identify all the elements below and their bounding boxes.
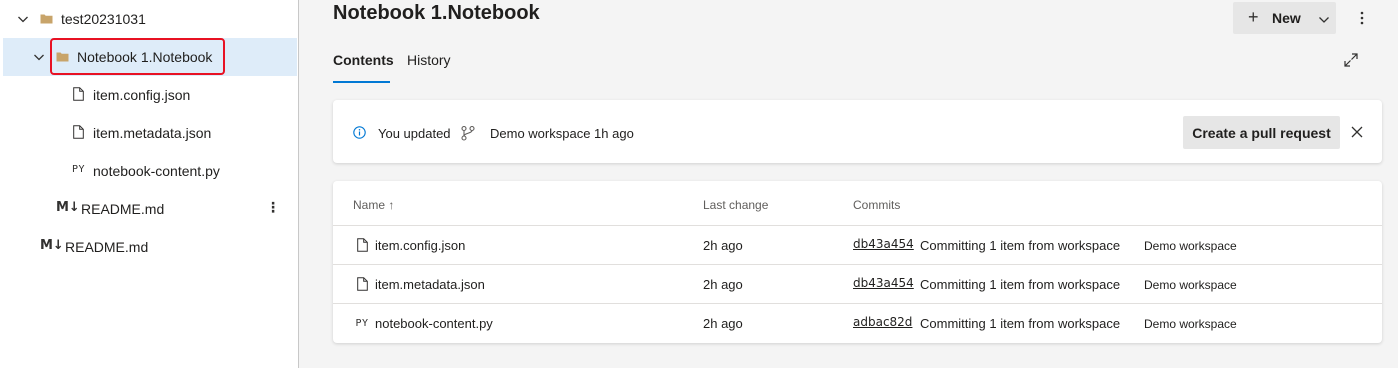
close-icon[interactable] xyxy=(1350,125,1364,139)
commit-message: Committing 1 item from workspace xyxy=(920,238,1121,253)
chevron-down-icon xyxy=(1318,13,1330,29)
last-change: 2h ago xyxy=(703,277,743,292)
new-button-label: New xyxy=(1272,10,1301,26)
tree-item-label: README.md xyxy=(81,201,165,217)
commit-hash-link[interactable]: db43a454 xyxy=(853,237,914,251)
tree-item-label: test20231031 xyxy=(61,11,146,27)
page-title: Notebook 1.Notebook xyxy=(333,2,540,24)
tree-item-metadata[interactable]: item.metadata.json xyxy=(0,114,298,152)
tree-item-readme-root[interactable]: M↓ README.md xyxy=(0,228,298,266)
active-tab-indicator xyxy=(333,81,390,83)
file-name-link[interactable]: notebook-content.py xyxy=(375,316,493,331)
branch-icon xyxy=(460,125,476,141)
table-row[interactable]: item.metadata.json 2h ago db43a454 Commi… xyxy=(333,264,1382,303)
tree-item-readme-nested[interactable]: M↓ README.md ⋮ xyxy=(0,190,298,228)
column-header-commits: Commits xyxy=(853,198,901,212)
commit-hash-link[interactable]: adbac82d xyxy=(853,315,912,329)
plus-icon: + xyxy=(1248,7,1259,27)
table-row[interactable]: PY notebook-content.py 2h ago adbac82d C… xyxy=(333,303,1382,342)
tab-contents[interactable]: Contents xyxy=(333,52,394,68)
commit-message: Committing 1 item from workspace xyxy=(920,277,1121,292)
banner-workspace: Demo workspace 1h ago xyxy=(490,126,634,141)
info-icon xyxy=(353,126,366,139)
files-table: Name ↑ Last change Commits item.config.j… xyxy=(333,181,1382,343)
expand-icon[interactable] xyxy=(1343,52,1359,68)
py-icon: PY xyxy=(72,164,86,175)
tree-item-test20231031[interactable]: test20231031 xyxy=(0,0,298,38)
new-button[interactable]: + New xyxy=(1233,2,1336,34)
update-banner: You updated Demo workspace 1h ago Create… xyxy=(333,100,1382,163)
markdown-icon: M↓ xyxy=(40,238,64,253)
tab-history[interactable]: History xyxy=(407,52,451,68)
file-name-link[interactable]: item.metadata.json xyxy=(375,277,485,292)
tree-item-notebook-content[interactable]: PY notebook-content.py xyxy=(0,152,298,190)
file-tree-sidebar: test20231031 Notebook 1.Notebook item.co… xyxy=(0,0,299,368)
chevron-down-icon[interactable] xyxy=(32,50,46,64)
folder-icon xyxy=(40,13,53,24)
selection-highlight xyxy=(50,38,225,75)
more-options-icon[interactable] xyxy=(1354,8,1370,28)
tree-item-label: item.config.json xyxy=(93,87,191,103)
commit-workspace: Demo workspace xyxy=(1144,317,1237,331)
tree-item-label: item.metadata.json xyxy=(93,125,212,141)
column-header-name[interactable]: Name ↑ xyxy=(353,198,394,212)
file-icon xyxy=(355,277,369,291)
commit-workspace: Demo workspace xyxy=(1144,278,1237,292)
file-icon xyxy=(355,238,369,252)
last-change: 2h ago xyxy=(703,316,743,331)
commit-workspace: Demo workspace xyxy=(1144,239,1237,253)
last-change: 2h ago xyxy=(703,238,743,253)
banner-message: You updated xyxy=(378,126,451,141)
py-icon: PY xyxy=(355,317,369,329)
commit-hash-link[interactable]: db43a454 xyxy=(853,276,914,290)
file-name-link[interactable]: item.config.json xyxy=(375,238,465,253)
create-pull-request-button[interactable]: Create a pull request xyxy=(1183,116,1340,149)
table-row[interactable]: item.config.json 2h ago db43a454 Committ… xyxy=(333,225,1382,264)
markdown-icon: M↓ xyxy=(56,200,80,215)
commit-message: Committing 1 item from workspace xyxy=(920,316,1121,331)
chevron-down-icon[interactable] xyxy=(16,12,30,26)
more-options-icon[interactable]: ⋮ xyxy=(265,200,281,214)
column-header-last-change: Last change xyxy=(703,198,769,212)
tree-item-label: notebook-content.py xyxy=(93,163,220,179)
tree-item-label: README.md xyxy=(65,239,149,255)
file-icon xyxy=(73,87,84,101)
file-icon xyxy=(73,125,84,139)
tree-item-config[interactable]: item.config.json xyxy=(0,76,298,114)
